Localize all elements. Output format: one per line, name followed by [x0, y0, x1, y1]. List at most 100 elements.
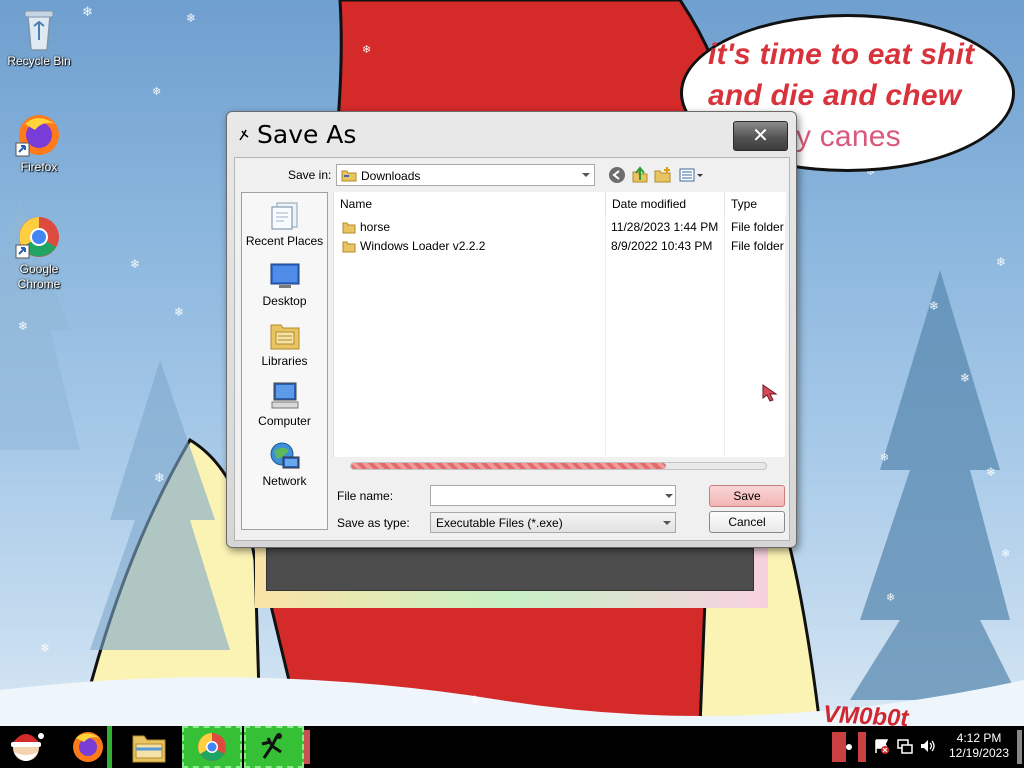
speech-line: it's time to eat shit	[708, 38, 975, 71]
network-tray-icon[interactable]	[897, 738, 913, 754]
firefox-icon	[15, 115, 59, 157]
file-name-label: File name:	[337, 489, 394, 503]
up-folder-icon[interactable]	[631, 166, 649, 184]
snowflake: ❄	[362, 43, 372, 56]
dialog-titlebar[interactable]: Save As ✕	[227, 112, 796, 158]
desktop-icon-label: Recycle Bin	[7, 54, 71, 68]
folder-icon	[342, 240, 356, 259]
file-row[interactable]: Windows Loader v2.2.2 8/9/2022 10:43 PM …	[334, 237, 786, 256]
taskbar-app-button[interactable]	[244, 726, 304, 768]
cancel-button[interactable]: Cancel	[709, 511, 785, 533]
column-header-name[interactable]: Name	[334, 192, 606, 216]
file-list[interactable]: Name Date modified Type horse 11/28/2023…	[333, 192, 786, 457]
snowflake: ❄	[174, 305, 185, 319]
column-header-type[interactable]: Type	[725, 192, 786, 216]
save-button[interactable]: Save	[709, 485, 785, 507]
tray-dot-icon	[846, 744, 852, 750]
progress-bar	[350, 462, 767, 470]
back-icon[interactable]	[608, 166, 626, 184]
close-button[interactable]: ✕	[733, 121, 788, 151]
snowflake: ❄	[40, 641, 51, 655]
desktop-icon-recycle-bin[interactable]: Recycle Bin	[1, 6, 77, 69]
place-label: Network	[262, 474, 307, 488]
taskbar-firefox-button[interactable]	[62, 726, 110, 768]
chrome-icon	[198, 733, 226, 761]
save-in-dropdown[interactable]: Downloads	[336, 164, 595, 186]
santa-start-icon	[11, 733, 44, 761]
save-as-type-value: Executable Files (*.exe)	[436, 516, 563, 530]
progress-bar-fill	[351, 463, 667, 469]
place-libraries[interactable]: Libraries	[242, 321, 327, 368]
snowflake: ❄	[470, 693, 481, 707]
view-menu-icon[interactable]	[679, 166, 707, 184]
save-in-value: Downloads	[361, 169, 421, 183]
new-folder-icon[interactable]	[654, 166, 672, 184]
clock-time: 4:12 PM	[956, 731, 1002, 745]
taskbar-separator	[304, 730, 310, 764]
clock-date: 12/19/2023	[948, 746, 1010, 760]
libraries-icon	[270, 324, 299, 350]
taskbar-separator	[107, 726, 112, 768]
save-as-type-dropdown[interactable]: Executable Files (*.exe)	[430, 512, 676, 533]
desktop-icon-label: Google Chrome	[17, 262, 61, 291]
snowflake: ❄	[886, 591, 896, 604]
desktop-icon-firefox[interactable]: Firefox	[1, 112, 77, 175]
speech-line: and die and chew	[708, 79, 962, 112]
snowflake: ❄	[18, 319, 29, 333]
taskbar-clock[interactable]: 4:12 PM 12/19/2023	[944, 731, 1014, 761]
save-as-dialog[interactable]: Save As ✕ Save in: Downloads Recent Plac…	[226, 111, 797, 548]
dialog-title: Save As	[257, 120, 357, 149]
snowflake: ❄	[929, 299, 940, 313]
snowflake: ❄	[82, 5, 93, 20]
file-date: 11/28/2023 1:44 PM	[611, 220, 719, 234]
desktop-icon-chrome[interactable]: Google Chrome	[1, 214, 77, 292]
file-row[interactable]: horse 11/28/2023 1:44 PM File folder	[334, 218, 786, 237]
place-label: Recent Places	[245, 234, 324, 248]
save-as-type-label: Save as type:	[337, 516, 410, 530]
chevron-down-icon[interactable]	[665, 494, 673, 498]
taskbar-chrome-button[interactable]	[182, 726, 242, 768]
desktop-icon	[270, 263, 299, 288]
network-icon	[270, 442, 299, 469]
place-network[interactable]: Network	[242, 441, 327, 488]
background-window[interactable]	[255, 540, 768, 608]
place-computer[interactable]: Computer	[242, 381, 327, 428]
snowflake: ❄	[154, 471, 165, 486]
tray-indicator	[858, 732, 866, 762]
volume-icon[interactable]	[920, 738, 936, 754]
chrome-icon	[15, 217, 59, 259]
background-window-content	[266, 548, 754, 591]
mouse-cursor-icon	[762, 384, 778, 402]
app-title-icon	[239, 129, 249, 141]
snowflake: ❄	[130, 257, 141, 271]
firefox-icon	[73, 732, 103, 762]
place-desktop[interactable]: Desktop	[242, 261, 327, 308]
file-explorer-icon	[132, 735, 166, 763]
show-desktop-button[interactable]	[1017, 730, 1022, 764]
start-button[interactable]	[0, 726, 52, 768]
snowflake: ❄	[880, 451, 890, 464]
place-label: Libraries	[261, 354, 308, 368]
place-recent-places[interactable]: Recent Places	[242, 201, 327, 248]
computer-icon	[271, 382, 298, 409]
file-type: File folder	[731, 239, 784, 253]
snowflake: ❄	[996, 255, 1007, 269]
chevron-down-icon	[582, 173, 590, 177]
file-name: Windows Loader v2.2.2	[360, 239, 486, 253]
recent-places-icon	[271, 202, 297, 230]
place-label: Computer	[258, 414, 311, 428]
file-name-input[interactable]	[430, 485, 676, 506]
action-center-flag-icon[interactable]	[874, 738, 890, 754]
recycle-bin-icon	[24, 10, 54, 51]
snowflake: ❄	[186, 11, 197, 25]
column-header-date-modified[interactable]: Date modified	[606, 192, 725, 216]
snowflake: ❄	[986, 465, 997, 479]
snowflake: ❄	[152, 85, 162, 98]
dialog-body: Save in: Downloads Recent Places Desktop…	[234, 157, 790, 541]
places-bar: Recent Places Desktop Libraries Computer…	[241, 192, 328, 530]
desktop-icon-label: Firefox	[20, 160, 58, 174]
file-date: 8/9/2022 10:43 PM	[611, 239, 713, 253]
save-in-label: Save in:	[288, 168, 332, 182]
taskbar-file-explorer-button[interactable]	[124, 726, 174, 768]
snowflake: ❄	[1001, 547, 1011, 560]
